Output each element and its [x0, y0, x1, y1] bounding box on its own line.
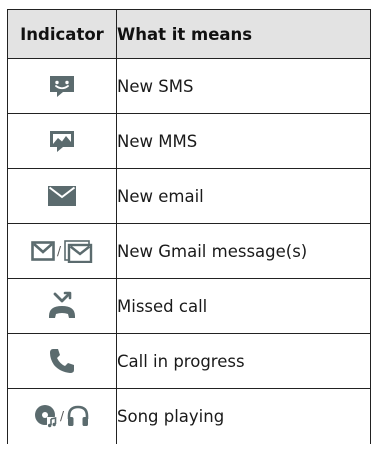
meaning-cell: Call in progress [116, 333, 371, 389]
table-row: Call in progress [7, 333, 371, 389]
separator: / [56, 244, 62, 258]
meaning-cell: New email [116, 168, 371, 224]
table-row: New email [7, 168, 371, 224]
indicator-table: Indicator What it means New SMS New MMS … [7, 9, 371, 444]
headphones-icon [66, 404, 90, 428]
table-row: New SMS [7, 58, 371, 114]
meaning-header: What it means [116, 9, 371, 59]
call-in-progress-icon [48, 347, 76, 375]
header-row: Indicator What it means [7, 9, 371, 59]
meaning-cell: Missed call [116, 278, 371, 334]
meaning-cell: New Gmail message(s) [116, 223, 371, 279]
email-icon [47, 185, 77, 207]
meaning-cell: Song playing [116, 388, 371, 444]
sms-icon [48, 74, 76, 98]
song-playing-icon [34, 404, 58, 429]
meaning-cell: New MMS [116, 113, 371, 169]
song-playing-icon-pair: / [34, 404, 90, 429]
indicator-header: Indicator [7, 9, 117, 59]
table-row: New MMS [7, 113, 371, 169]
table-row: / Song playing [7, 388, 371, 444]
table-row: Missed call [7, 278, 371, 334]
gmail-multiple-icon [63, 239, 93, 263]
gmail-icon [31, 241, 55, 261]
meaning-cell: New SMS [116, 58, 371, 114]
mms-icon [48, 129, 76, 153]
missed-call-icon [47, 291, 77, 321]
separator: / [59, 409, 65, 424]
table-row: / New Gmail message(s) [7, 223, 371, 279]
gmail-icon-pair: / [31, 239, 93, 263]
